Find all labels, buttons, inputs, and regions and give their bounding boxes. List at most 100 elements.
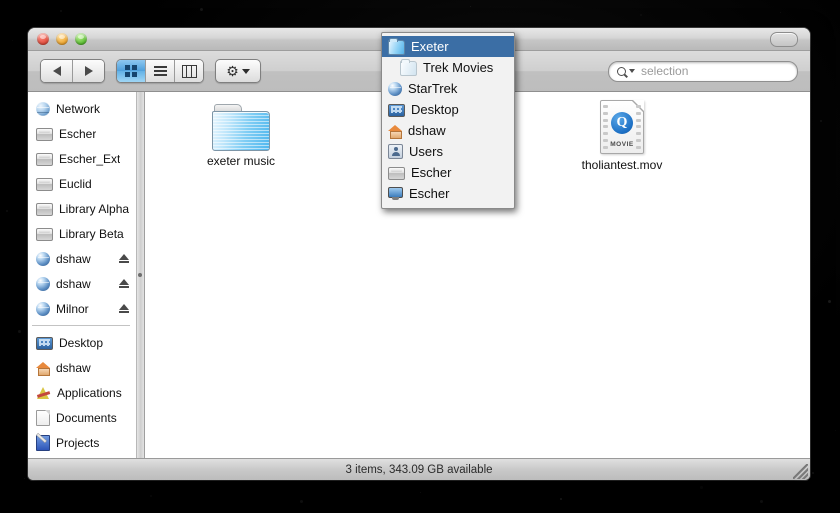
- sidebar-devices-group: Network Escher Escher_Ext Euclid Library…: [28, 96, 136, 321]
- sidebar-item-library-beta[interactable]: Library Beta: [28, 221, 136, 246]
- menu-item-label: Escher: [411, 165, 452, 180]
- chevron-left-icon: [52, 66, 61, 76]
- file-item-movie[interactable]: Q MOVIE tholiantest.mov: [563, 100, 681, 172]
- sidebar-item-label: Projects: [56, 435, 100, 450]
- sidebar-splitter[interactable]: [137, 92, 145, 458]
- eject-icon[interactable]: [119, 278, 129, 289]
- sidebar-item-desktop[interactable]: Desktop: [28, 330, 136, 355]
- chevron-right-icon: [84, 66, 93, 76]
- applications-icon: [36, 386, 51, 400]
- home-icon: [36, 361, 50, 376]
- sidebar-item-documents[interactable]: Documents: [28, 405, 136, 430]
- close-button[interactable]: [37, 33, 49, 45]
- file-item-folder[interactable]: exeter music: [182, 104, 300, 168]
- sidebar-item-label: Escher_Ext: [59, 151, 121, 166]
- network-volume-icon: [36, 301, 50, 316]
- folder-icon: [212, 104, 270, 151]
- columns-icon: [181, 64, 197, 78]
- network-volume-icon: [36, 251, 50, 266]
- sidebar-item-label: dshaw: [56, 251, 91, 266]
- search-placeholder: selection: [641, 64, 689, 78]
- search-options-chevron-icon[interactable]: [629, 69, 635, 73]
- zoom-button[interactable]: [75, 33, 87, 45]
- path-popup-menu: Exeter Trek Movies StarTrek Desktop dsha…: [381, 32, 515, 209]
- file-item-label: tholiantest.mov: [581, 158, 663, 172]
- sidebar-item-label: dshaw: [56, 360, 91, 375]
- icon-view-button[interactable]: [117, 60, 146, 82]
- sidebar-item-label: Escher: [59, 126, 97, 141]
- action-menu-button[interactable]: ⚙: [215, 59, 261, 83]
- desktop-speck: [24, 478, 25, 479]
- sidebar-item-euclid[interactable]: Euclid: [28, 171, 136, 196]
- desktop-speck: [420, 492, 421, 493]
- status-text: 3 items, 343.09 GB available: [345, 463, 493, 476]
- desktop-speck: [640, 14, 642, 16]
- toolbar-toggle-button[interactable]: [770, 32, 798, 47]
- desktop-speck: [780, 12, 781, 13]
- movie-badge-label: MOVIE: [610, 141, 634, 148]
- sidebar-item-projects[interactable]: Projects: [28, 430, 136, 455]
- menu-item-label: Trek Movies: [423, 60, 494, 75]
- menu-item-startrek[interactable]: StarTrek: [382, 78, 514, 99]
- sidebar-item-label: Desktop: [59, 335, 104, 350]
- grid-icon: [125, 65, 137, 77]
- menu-item-escher-volume[interactable]: Escher: [382, 162, 514, 183]
- projects-folder-icon: [36, 434, 50, 451]
- minimize-button[interactable]: [56, 33, 68, 45]
- desktop-speck: [812, 472, 814, 474]
- sidebar-item-library-alpha[interactable]: Library Alpha: [28, 196, 136, 221]
- list-view-button[interactable]: [146, 60, 175, 82]
- window-controls: [37, 33, 87, 45]
- menu-item-dshaw[interactable]: dshaw: [382, 120, 514, 141]
- folder-icon: [400, 58, 417, 76]
- sidebar-item-label: Library Alpha: [59, 201, 130, 216]
- quicktime-glyph: Q: [611, 112, 633, 134]
- sidebar: Network Escher Escher_Ext Euclid Library…: [28, 92, 137, 458]
- resize-grip[interactable]: [793, 464, 808, 479]
- sidebar-item-label: Applications: [57, 385, 122, 400]
- sidebar-item-escher-ext[interactable]: Escher_Ext: [28, 146, 136, 171]
- eject-icon[interactable]: [119, 303, 129, 314]
- desktop-speck: [150, 495, 152, 497]
- document-icon: [36, 409, 50, 426]
- desktop-speck: [760, 500, 763, 503]
- desktop-speck: [12, 40, 13, 41]
- gear-icon: ⚙: [226, 63, 239, 79]
- search-icon: [617, 66, 626, 76]
- sidebar-item-dshaw-volume-1[interactable]: dshaw: [28, 246, 136, 271]
- sidebar-item-label: Euclid: [59, 176, 92, 191]
- menu-item-exeter[interactable]: Exeter: [382, 36, 514, 57]
- menu-item-label: Users: [409, 144, 443, 159]
- harddrive-icon: [36, 227, 53, 241]
- quicktime-movie-icon: Q MOVIE: [600, 100, 644, 154]
- sidebar-item-escher[interactable]: Escher: [28, 121, 136, 146]
- menu-item-users[interactable]: Users: [382, 141, 514, 162]
- desktop-speck: [200, 8, 203, 11]
- home-icon: [388, 124, 402, 139]
- forward-button[interactable]: [73, 60, 104, 82]
- sidebar-places-group: Desktop dshaw Applications Documents Pro…: [28, 330, 136, 455]
- menu-item-label: StarTrek: [408, 81, 458, 96]
- desktop-speck: [700, 486, 703, 489]
- search-field[interactable]: selection: [608, 60, 798, 82]
- sidebar-item-network[interactable]: Network: [28, 96, 136, 121]
- column-view-button[interactable]: [175, 60, 203, 82]
- globe-icon: [36, 101, 50, 116]
- menu-item-trek-movies[interactable]: Trek Movies: [382, 57, 514, 78]
- sidebar-item-label: Milnor: [56, 301, 89, 316]
- navigation-buttons: [40, 59, 105, 83]
- sidebar-item-dshaw-volume-2[interactable]: dshaw: [28, 271, 136, 296]
- eject-icon[interactable]: [119, 253, 129, 264]
- desktop-speck: [835, 430, 836, 431]
- sidebar-item-applications[interactable]: Applications: [28, 380, 136, 405]
- desktop-speck: [60, 10, 62, 12]
- sidebar-item-dshaw-home[interactable]: dshaw: [28, 355, 136, 380]
- back-button[interactable]: [41, 60, 73, 82]
- menu-item-desktop[interactable]: Desktop: [382, 99, 514, 120]
- desktop-speck: [828, 300, 831, 303]
- harddrive-icon: [36, 152, 53, 166]
- sidebar-item-milnor[interactable]: Milnor: [28, 296, 136, 321]
- desktop-speck: [820, 120, 822, 122]
- sidebar-item-label: dshaw: [56, 276, 91, 291]
- menu-item-escher-computer[interactable]: Escher: [382, 183, 514, 204]
